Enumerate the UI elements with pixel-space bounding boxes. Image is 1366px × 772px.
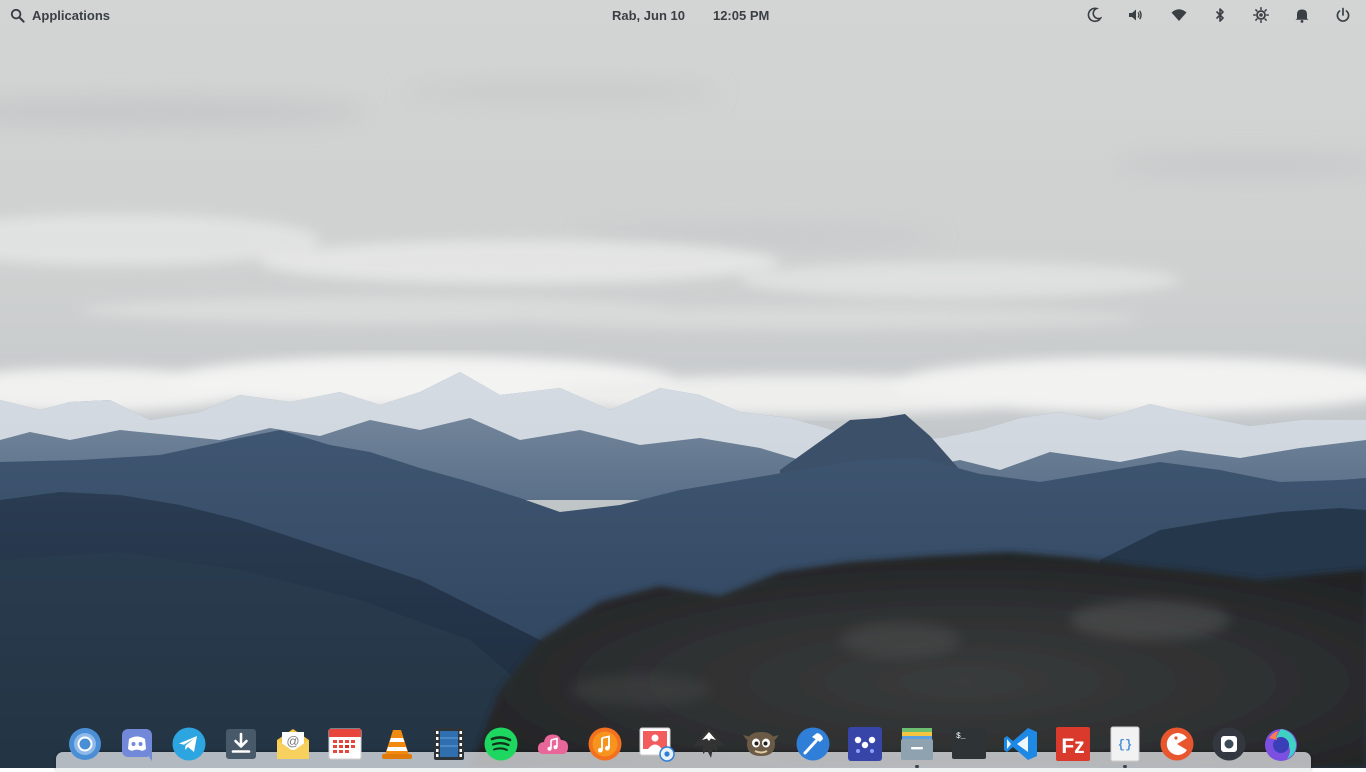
- dock-item-app-center[interactable]: [847, 726, 883, 762]
- brightness-indicator[interactable]: [1248, 3, 1274, 27]
- photos-icon: [639, 727, 675, 762]
- film-icon: [434, 728, 464, 760]
- dock-item-code-builder[interactable]: [795, 726, 831, 762]
- svg-text:$_: $_: [956, 732, 966, 741]
- terminal-icon: $_: [952, 728, 986, 759]
- night-light-icon: [1087, 7, 1102, 23]
- desktop-wallpaper: [0, 0, 1366, 768]
- dock-item-terminal[interactable]: $_: [951, 726, 987, 762]
- dock-item-installer[interactable]: [223, 726, 259, 762]
- applications-menu[interactable]: Applications: [10, 6, 110, 24]
- power-icon: [1336, 7, 1350, 22]
- calendar-icon: [328, 728, 362, 760]
- notifications-icon: [1295, 9, 1309, 23]
- dock-item-gimp[interactable]: [743, 726, 779, 762]
- dock-item-filezilla[interactable]: Fz: [1055, 726, 1091, 762]
- dock-item-files[interactable]: [899, 726, 935, 762]
- screenshot-icon: [1212, 727, 1246, 761]
- inkscape-icon: [693, 728, 725, 758]
- session-indicator[interactable]: [1330, 3, 1356, 27]
- hammer-icon: [796, 727, 830, 761]
- telegram-icon: [172, 727, 206, 761]
- dock-item-code-editor[interactable]: {}: [1107, 726, 1143, 762]
- vlc-icon: [382, 730, 412, 759]
- dock-item-videos[interactable]: [431, 726, 467, 762]
- datetime-indicator[interactable]: Rab, Jun 10 12:05 PM: [612, 6, 769, 24]
- pacman-icon: [1160, 727, 1194, 761]
- search-icon: [10, 8, 25, 23]
- applications-label: Applications: [32, 7, 111, 23]
- svg-text:@: @: [286, 734, 299, 749]
- date-label: Rab, Jun 10: [612, 7, 685, 23]
- dock-item-photos[interactable]: [639, 726, 675, 762]
- top-panel: Applications Rab, Jun 10 12:05 PM: [0, 0, 1366, 30]
- notifications-indicator[interactable]: [1289, 3, 1315, 27]
- chromium-icon: [69, 728, 101, 760]
- vscode-icon: [1004, 728, 1037, 760]
- dock-item-discord[interactable]: [119, 726, 155, 762]
- dock-item-inkscape[interactable]: [691, 726, 727, 762]
- dock-item-telegram[interactable]: [171, 726, 207, 762]
- music-cloud-icon: [537, 734, 568, 754]
- network-indicator[interactable]: [1166, 3, 1192, 27]
- brightness-icon: [1253, 7, 1269, 23]
- time-label: 12:05 PM: [712, 7, 770, 23]
- dock-item-vlc[interactable]: [379, 726, 415, 762]
- svg-text:Fz: Fz: [1061, 735, 1084, 758]
- dock-item-vscode[interactable]: [1003, 726, 1039, 762]
- firefox-icon: [1265, 729, 1297, 761]
- bluetooth-indicator[interactable]: [1207, 3, 1233, 27]
- dock-item-screenshot[interactable]: [1211, 726, 1247, 762]
- dock-item-pacman[interactable]: [1159, 726, 1195, 762]
- wifi-icon: [1171, 9, 1187, 21]
- volume-indicator[interactable]: [1122, 3, 1148, 27]
- mail-icon: @: [277, 729, 309, 759]
- dock-item-mail[interactable]: @: [275, 726, 311, 762]
- night-light-indicator[interactable]: [1081, 3, 1107, 27]
- dock-item-calendar[interactable]: [327, 726, 363, 762]
- bluetooth-icon: [1215, 8, 1224, 22]
- dock-item-music[interactable]: [587, 726, 623, 762]
- dock-item-firefox[interactable]: [1263, 726, 1299, 762]
- svg-text:{}: {}: [1118, 738, 1132, 752]
- dock-item-music-cloud[interactable]: [535, 726, 571, 762]
- download-icon: [226, 729, 256, 759]
- app-center-icon: [848, 727, 882, 761]
- code-braces-icon: {}: [1110, 726, 1140, 762]
- filezilla-icon: Fz: [1056, 727, 1090, 761]
- volume-icon: [1129, 9, 1142, 21]
- music-icon: [588, 727, 622, 761]
- dock-item-spotify[interactable]: [483, 726, 519, 762]
- discord-icon: [122, 729, 152, 761]
- dock-item-chromium[interactable]: [67, 726, 103, 762]
- gimp-icon: [743, 732, 779, 756]
- spotify-icon: [484, 727, 518, 761]
- files-icon: [901, 728, 933, 760]
